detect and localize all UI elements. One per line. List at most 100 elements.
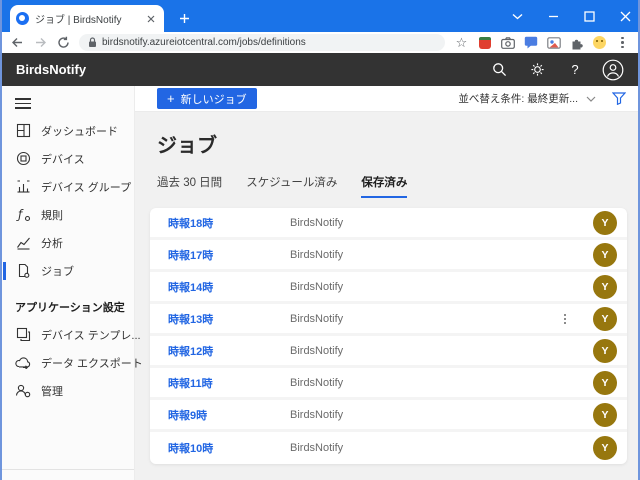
job-owner-avatar[interactable]: Y [593, 243, 617, 267]
sidebar-item-label: デバイス テンプレ... [41, 327, 141, 343]
jobs-icon [15, 263, 31, 279]
sidebar-item-label: ジョブ [41, 263, 74, 279]
job-owner-avatar[interactable]: Y [593, 275, 617, 299]
jobs-list: 時報18時BirdsNotifyY時報17時BirdsNotifyY時報14時B… [150, 208, 627, 464]
sidebar-item-データ エクスポート[interactable]: データ エクスポート [2, 349, 134, 377]
sidebar-item-ダッシュボード[interactable]: ダッシュボード [2, 117, 134, 145]
job-name-link[interactable]: 時報18時 [168, 215, 290, 231]
sidebar-section-header: アプリケーション設定 [2, 285, 134, 321]
filter-icon[interactable] [612, 92, 626, 105]
browser-menu-icon[interactable] [615, 35, 630, 50]
job-app-name: BirdsNotify [290, 217, 593, 229]
window-maximize-icon[interactable] [582, 9, 596, 23]
job-row: 時報13時BirdsNotify Y [150, 304, 627, 336]
data-export-icon [15, 355, 31, 371]
job-name-link[interactable]: 時報12時 [168, 343, 290, 359]
admin-icon [15, 383, 31, 399]
adblock-extension-icon[interactable] [477, 35, 492, 50]
iot-central-favicon [16, 12, 29, 25]
extensions-puzzle-icon[interactable] [569, 35, 584, 50]
new-tab-button[interactable] [174, 8, 194, 28]
window-minimize-icon[interactable] [546, 9, 560, 23]
jobs-tabs: 過去 30 日間スケジュール済み保存済み [157, 174, 638, 198]
window-close-icon[interactable] [618, 9, 632, 23]
sidebar-settings-nav: デバイス テンプレ...データ エクスポート管理 [2, 321, 134, 405]
job-app-name: BirdsNotify [290, 281, 593, 293]
job-app-name: BirdsNotify [290, 377, 593, 389]
job-name-link[interactable]: 時報17時 [168, 247, 290, 263]
job-row: 時報9時BirdsNotifyY [150, 400, 627, 432]
account-avatar-icon[interactable] [602, 59, 624, 81]
profile-avatar-icon[interactable] [592, 35, 607, 50]
sidebar-item-デバイス[interactable]: デバイス [2, 145, 134, 173]
url-bar[interactable]: birdsnotify.azureiotcentral.com/jobs/def… [79, 34, 445, 51]
sidebar-divider [2, 469, 134, 470]
sort-dropdown[interactable]: 並べ替え条件: 最終更新... [458, 91, 578, 106]
forward-icon[interactable] [33, 36, 47, 50]
analytics-icon [15, 235, 31, 251]
job-app-name: BirdsNotify [290, 313, 561, 325]
help-icon[interactable]: ? [564, 59, 586, 81]
browser-toolbar: birdsnotify.azureiotcentral.com/jobs/def… [2, 32, 638, 53]
screenshot-extension-icon[interactable] [546, 35, 561, 50]
job-name-link[interactable]: 時報13時 [168, 311, 290, 327]
tab-スケジュール済み[interactable]: スケジュール済み [246, 174, 337, 198]
tab-保存済み[interactable]: 保存済み [361, 174, 407, 198]
rules-icon: ƒ [15, 207, 31, 223]
sidebar-item-label: デバイス グループ [41, 179, 131, 195]
device-group-icon [15, 179, 31, 195]
refresh-icon[interactable] [56, 36, 70, 50]
tab-close-icon[interactable] [144, 12, 158, 26]
job-row: 時報10時BirdsNotifyY [150, 432, 627, 464]
new-job-button[interactable]: + 新しいジョブ [157, 88, 257, 109]
job-owner-avatar[interactable]: Y [593, 436, 617, 460]
settings-gear-icon[interactable] [526, 59, 548, 81]
job-owner-avatar[interactable]: Y [593, 403, 617, 427]
page-title: ジョブ [157, 129, 638, 158]
browser-titlebar: ジョブ | BirdsNotify [2, 0, 638, 32]
sidebar-item-デバイス グループ[interactable]: デバイス グループ [2, 173, 134, 201]
chat-extension-icon[interactable] [523, 35, 538, 50]
sidebar-item-label: 管理 [41, 383, 63, 399]
plus-icon: + [167, 92, 175, 105]
job-owner-avatar[interactable]: Y [593, 371, 617, 395]
content-toolbar: + 新しいジョブ 並べ替え条件: 最終更新... [135, 86, 638, 112]
app-header: BirdsNotify ? [2, 53, 638, 86]
job-owner-avatar[interactable]: Y [593, 339, 617, 363]
sidebar-item-label: 規則 [41, 207, 63, 223]
job-name-link[interactable]: 時報10時 [168, 440, 290, 456]
sidebar-item-label: デバイス [41, 151, 85, 167]
sidebar-nav: ダッシュボードデバイスデバイス グループ ƒ 規則分析ジョブ [2, 117, 134, 285]
job-name-link[interactable]: 時報14時 [168, 279, 290, 295]
browser-window: ジョブ | BirdsNotify [0, 0, 640, 480]
job-name-link[interactable]: 時報11時 [168, 375, 290, 391]
chevron-down-icon[interactable] [586, 96, 596, 102]
job-row: 時報18時BirdsNotifyY [150, 208, 627, 240]
new-job-label: 新しいジョブ [181, 91, 247, 107]
device-template-icon [15, 327, 31, 343]
job-name-link[interactable]: 時報9時 [168, 407, 290, 423]
job-owner-avatar[interactable]: Y [593, 307, 617, 331]
sidebar-item-label: データ エクスポート [41, 355, 143, 371]
sidebar-item-ジョブ[interactable]: ジョブ [2, 257, 134, 285]
row-menu-icon[interactable] [561, 311, 569, 327]
window-menu-chevron-icon[interactable] [510, 9, 524, 23]
sidebar-item-管理[interactable]: 管理 [2, 377, 134, 405]
sidebar: ダッシュボードデバイスデバイス グループƒ規則分析ジョブ アプリケーション設定 … [2, 86, 135, 480]
tab-過去 30 日間[interactable]: 過去 30 日間 [157, 174, 222, 198]
app-title: BirdsNotify [16, 62, 488, 77]
bookmark-star-icon[interactable]: ☆ [454, 35, 469, 50]
device-icon [15, 151, 31, 167]
back-icon[interactable] [10, 36, 24, 50]
job-owner-avatar[interactable]: Y [593, 211, 617, 235]
sidebar-item-デバイス テンプレ...[interactable]: デバイス テンプレ... [2, 321, 134, 349]
sidebar-item-分析[interactable]: 分析 [2, 229, 134, 257]
job-row: 時報17時BirdsNotifyY [150, 240, 627, 272]
search-icon[interactable] [488, 59, 510, 81]
job-app-name: BirdsNotify [290, 249, 593, 261]
sidebar-item-規則[interactable]: ƒ 規則 [2, 201, 134, 229]
browser-tab[interactable]: ジョブ | BirdsNotify [10, 5, 164, 32]
camera-extension-icon[interactable] [500, 35, 515, 50]
sidebar-collapse-icon[interactable] [15, 96, 31, 111]
job-app-name: BirdsNotify [290, 409, 593, 421]
